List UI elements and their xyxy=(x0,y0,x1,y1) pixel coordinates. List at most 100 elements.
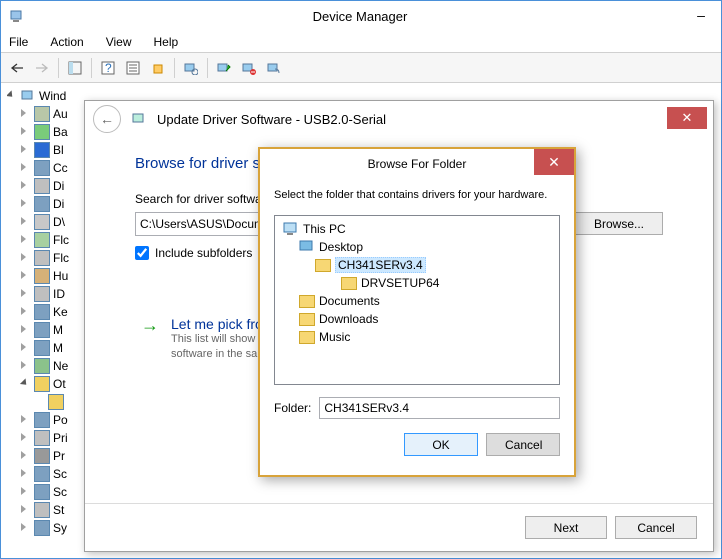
tree-label: Flc xyxy=(53,233,69,247)
expand-icon[interactable] xyxy=(21,145,31,155)
browse-button[interactable]: Browse... xyxy=(575,212,663,235)
computer-icon xyxy=(20,88,36,104)
back-button[interactable]: ← xyxy=(93,105,121,133)
dialog-titlebar: Browse For Folder ✕ xyxy=(260,149,574,179)
show-hide-button[interactable] xyxy=(63,56,87,80)
expand-icon[interactable] xyxy=(21,253,31,263)
device-icon xyxy=(34,430,50,446)
expand-icon[interactable] xyxy=(21,451,31,461)
expand-icon[interactable] xyxy=(21,199,31,209)
help-button[interactable]: ? xyxy=(96,56,120,80)
separator xyxy=(58,58,59,78)
device-icon xyxy=(34,124,50,140)
update-driver-button[interactable] xyxy=(212,56,236,80)
device-icon xyxy=(34,376,50,392)
toolbar: ? xyxy=(1,53,721,83)
dialog-body: Select the folder that contains drivers … xyxy=(260,179,574,475)
tree-root-label: Wind xyxy=(39,89,66,103)
cancel-button[interactable]: Cancel xyxy=(615,516,697,539)
tree-node-desktop[interactable]: Desktop xyxy=(279,238,555,256)
properties-button[interactable] xyxy=(121,56,145,80)
device-icon xyxy=(34,178,50,194)
expand-icon[interactable] xyxy=(21,307,31,317)
tree-node-drvsetup[interactable]: DRVSETUP64 xyxy=(279,274,555,292)
folder-tree[interactable]: This PC Desktop CH341SERv3.4 DRVSETUP64 xyxy=(274,215,560,385)
close-button[interactable]: ✕ xyxy=(534,149,574,175)
tree-label: Pri xyxy=(53,431,68,445)
expand-icon[interactable] xyxy=(21,163,31,173)
tree-node-documents[interactable]: Documents xyxy=(279,292,555,310)
close-button[interactable]: ✕ xyxy=(667,107,707,129)
tree-node-ch341[interactable]: CH341SERv3.4 xyxy=(279,256,555,274)
desktop-icon xyxy=(299,240,315,254)
back-button[interactable] xyxy=(5,56,29,80)
expand-icon[interactable] xyxy=(21,127,31,137)
tree-label: Po xyxy=(53,413,68,427)
tree-label: Ne xyxy=(53,359,68,373)
uninstall-button[interactable] xyxy=(237,56,261,80)
app-icon xyxy=(9,8,25,24)
expand-icon[interactable] xyxy=(21,271,31,281)
next-button[interactable]: Next xyxy=(525,516,607,539)
dialog-instruction: Select the folder that contains drivers … xyxy=(274,189,560,201)
device-icon xyxy=(34,286,50,302)
window-title: Device Manager xyxy=(31,9,689,24)
expand-icon[interactable] xyxy=(21,433,31,443)
expand-icon[interactable] xyxy=(21,415,31,425)
separator xyxy=(207,58,208,78)
expand-icon[interactable] xyxy=(21,181,31,191)
expand-icon[interactable] xyxy=(21,289,31,299)
expand-icon[interactable] xyxy=(21,217,31,227)
device-icon xyxy=(34,106,50,122)
tree-node-downloads[interactable]: Downloads xyxy=(279,310,555,328)
device-icon xyxy=(34,520,50,536)
device-icon xyxy=(34,196,50,212)
tree-label: St xyxy=(53,503,64,517)
scan-button[interactable] xyxy=(179,56,203,80)
device-icon xyxy=(34,502,50,518)
expand-icon[interactable] xyxy=(21,343,31,353)
expand-icon[interactable] xyxy=(21,361,31,371)
tree-label: Sy xyxy=(53,521,67,535)
tree-label: M xyxy=(53,323,63,337)
browse-for-folder-dialog: Browse For Folder ✕ Select the folder th… xyxy=(258,147,576,477)
update-button[interactable] xyxy=(146,56,170,80)
forward-button[interactable] xyxy=(30,56,54,80)
device-icon xyxy=(48,394,64,410)
menu-help[interactable]: Help xyxy=(150,33,183,51)
tree-label: Flc xyxy=(53,251,69,265)
expand-icon[interactable] xyxy=(21,469,31,479)
tree-label: Di xyxy=(53,179,64,193)
expand-icon[interactable] xyxy=(21,325,31,335)
tree-label-selected: CH341SERv3.4 xyxy=(335,257,426,273)
tree-label: Desktop xyxy=(319,240,363,254)
folder-name-input[interactable] xyxy=(319,397,560,419)
tree-node-this-pc[interactable]: This PC xyxy=(279,220,555,238)
tree-node-music[interactable]: Music xyxy=(279,328,555,346)
expand-icon[interactable] xyxy=(7,91,17,101)
tree-label: M xyxy=(53,341,63,355)
menu-file[interactable]: File xyxy=(5,33,32,51)
cancel-button[interactable]: Cancel xyxy=(486,433,560,456)
device-icon xyxy=(34,448,50,464)
expand-icon[interactable] xyxy=(21,523,31,533)
expand-icon[interactable] xyxy=(21,379,31,389)
expand-icon[interactable] xyxy=(21,235,31,245)
tree-label: Music xyxy=(319,330,350,344)
expand-icon[interactable] xyxy=(21,109,31,119)
device-icon xyxy=(34,304,50,320)
include-subfolders-checkbox[interactable] xyxy=(135,246,149,260)
device-icon xyxy=(34,466,50,482)
disable-button[interactable] xyxy=(262,56,286,80)
expand-icon[interactable] xyxy=(21,487,31,497)
menu-action[interactable]: Action xyxy=(46,33,87,51)
minimize-button[interactable]: – xyxy=(689,7,713,25)
menu-view[interactable]: View xyxy=(102,33,136,51)
driver-icon xyxy=(131,111,147,127)
tree-label: Ke xyxy=(53,305,68,319)
tree-label: Bl xyxy=(53,143,64,157)
expand-icon[interactable] xyxy=(21,505,31,515)
folder-icon xyxy=(299,295,315,308)
bluetooth-icon xyxy=(34,142,50,158)
ok-button[interactable]: OK xyxy=(404,433,478,456)
